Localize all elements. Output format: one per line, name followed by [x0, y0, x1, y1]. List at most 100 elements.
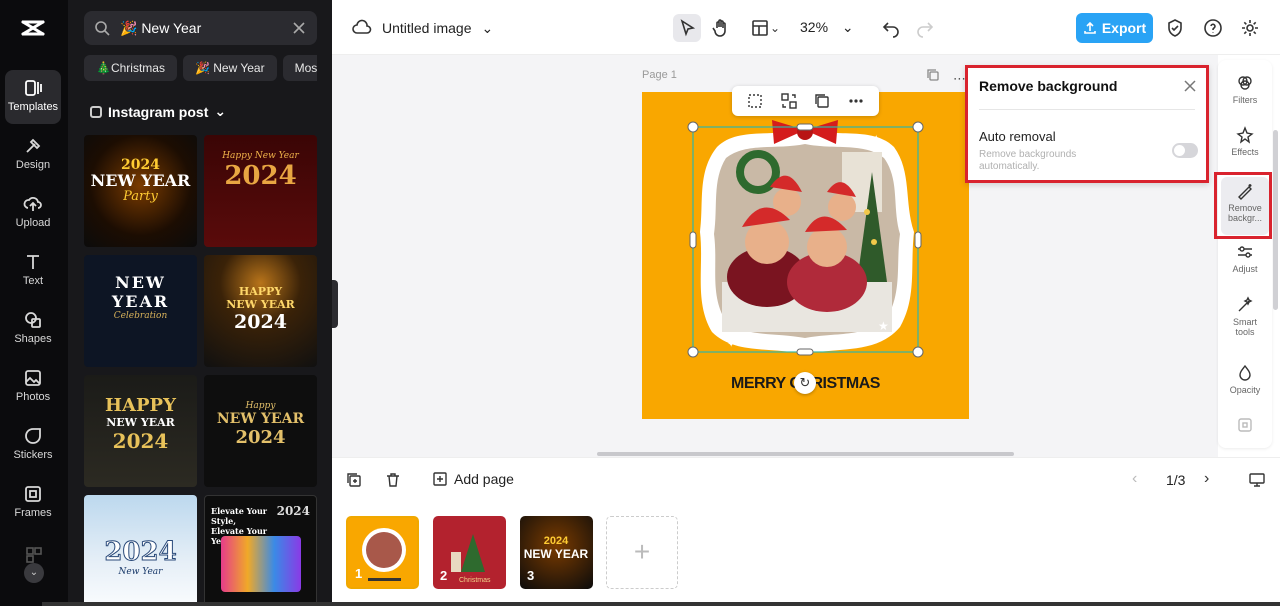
horizontal-scrollbar[interactable] — [597, 452, 1014, 456]
crop-icon[interactable] — [746, 92, 764, 110]
template-tile[interactable]: Happy New Year 2024 — [204, 135, 317, 247]
nav-item-text[interactable]: Text — [5, 244, 61, 298]
frames-icon — [25, 486, 41, 502]
adjust-icon — [1238, 246, 1252, 258]
page-thumbnail[interactable]: Christmas 2 — [433, 516, 506, 589]
capcut-logo-icon[interactable] — [19, 14, 47, 42]
template-tile[interactable]: HAPPY NEW YEAR 2024 — [204, 255, 317, 367]
trash-icon[interactable] — [385, 472, 401, 488]
page-thumbnails: 1 Christmas 2 2024 NEW YEAR 3 + — [332, 501, 1280, 606]
zoom-select[interactable]: 32% ⌄ — [800, 19, 854, 36]
select-tool-button[interactable] — [673, 14, 701, 42]
add-page-icon — [433, 472, 447, 486]
nav-item-frames[interactable]: Frames — [5, 476, 61, 530]
selection-toolbar — [732, 86, 879, 116]
template-tile[interactable]: Happy NEW YEAR 2024 — [204, 375, 317, 487]
more-options-icon[interactable] — [847, 92, 865, 110]
document-title[interactable]: Untitled image ⌄ — [352, 18, 493, 38]
more-apps-icon[interactable] — [25, 546, 43, 564]
replace-icon[interactable] — [780, 92, 798, 110]
prev-page-icon[interactable]: ‹ — [1132, 470, 1137, 488]
rotate-handle-icon[interactable]: ↻ — [794, 372, 816, 394]
next-page-icon[interactable]: › — [1204, 470, 1209, 488]
template-tile[interactable]: 2024 New Year — [84, 495, 197, 606]
page-thumbnail[interactable]: 2024 NEW YEAR 3 — [520, 516, 593, 589]
toggle-knob — [1174, 145, 1185, 156]
svg-text:2024: 2024 — [544, 535, 569, 547]
remove-background-panel: Remove background Auto removal Remove ba… — [965, 65, 1209, 183]
duplicate-icon[interactable] — [813, 92, 831, 110]
filters-icon — [1238, 76, 1252, 90]
page-counter: 1/3 — [1166, 472, 1186, 488]
auto-removal-toggle[interactable] — [1172, 143, 1198, 158]
template-search-input[interactable]: 🎉 New Year — [84, 11, 317, 45]
nav-item-photos[interactable]: Photos — [5, 360, 61, 414]
arrange-icon — [1238, 418, 1252, 432]
svg-text:★: ★ — [878, 319, 889, 333]
svg-text:Christmas: Christmas — [459, 577, 491, 584]
svg-text:NEW YEAR: NEW YEAR — [524, 547, 589, 561]
nav-item-shapes[interactable]: Shapes — [5, 302, 61, 356]
template-tile[interactable]: Elevate Your Style, Elevate Your Year! 2… — [204, 495, 317, 606]
nav-item-templates[interactable]: Templates — [5, 70, 61, 124]
help-button[interactable] — [1199, 14, 1227, 42]
shield-icon — [1168, 19, 1182, 37]
upload-icon — [1084, 21, 1096, 34]
opacity-icon — [1239, 364, 1251, 381]
tool-effects[interactable]: Effects — [1218, 126, 1272, 158]
chevron-down-icon: ⌄ — [214, 103, 227, 119]
tool-opacity[interactable]: Opacity — [1218, 364, 1272, 396]
svg-text:✦: ✦ — [872, 134, 880, 145]
smart-tools-icon — [1238, 296, 1253, 312]
collapse-rail-button[interactable]: ⌄ — [24, 563, 44, 583]
search-value: 🎉 New Year — [120, 20, 202, 36]
collapse-panel-handle[interactable] — [332, 280, 338, 328]
remove-background-highlight — [1214, 172, 1272, 239]
page-thumbnail[interactable]: 1 — [346, 516, 419, 589]
hand-tool-button[interactable] — [707, 14, 735, 42]
search-icon — [95, 21, 110, 36]
tool-adjust[interactable]: Adjust — [1218, 243, 1272, 275]
hand-icon — [712, 19, 726, 37]
svg-text:✦: ✦ — [737, 136, 747, 150]
chevron-down-icon: ⌄ — [481, 19, 494, 36]
template-tile[interactable]: HAPPY NEW YEAR 2024 — [84, 375, 197, 487]
layout-button[interactable]: ⌄ — [745, 14, 785, 42]
undo-button[interactable] — [877, 14, 905, 42]
nav-rail: Templates Design Upload Text Shapes Phot… — [0, 0, 68, 606]
nav-item-stickers[interactable]: Stickers — [5, 418, 61, 472]
template-tile[interactable]: NEW YEAR Celebration — [84, 255, 197, 367]
tool-arrange[interactable] — [1218, 416, 1272, 446]
redo-button[interactable] — [911, 14, 939, 42]
nav-item-design[interactable]: Design — [5, 128, 61, 182]
settings-button[interactable] — [1236, 14, 1264, 42]
duplicate-page-icon[interactable] — [346, 472, 362, 488]
add-page-tile[interactable]: + — [606, 516, 678, 589]
effects-icon — [1236, 126, 1254, 144]
close-icon[interactable] — [1183, 79, 1197, 93]
chip-new-year[interactable]: 🎉 New Year — [182, 55, 277, 81]
shield-button[interactable] — [1161, 14, 1189, 42]
design-artboard[interactable]: ✦ ✦ ★ ✦ MERRY CHRISTMAS ↻ — [642, 92, 969, 419]
help-icon — [1204, 19, 1222, 37]
vertical-scrollbar[interactable] — [1273, 130, 1278, 310]
chip-most[interactable]: Most — [282, 55, 317, 81]
tool-smart-tools[interactable]: Smart tools — [1218, 296, 1272, 338]
section-dropdown[interactable]: Instagram post ⌄ — [90, 103, 226, 120]
cloud-sync-icon — [352, 19, 372, 34]
template-tile[interactable]: 2024 NEW YEAR Party — [84, 135, 197, 247]
add-page-button[interactable]: Add page — [432, 471, 514, 487]
duplicate-page-icon[interactable] — [926, 68, 940, 82]
chevron-down-icon: ⌄ — [841, 19, 854, 35]
text-icon — [27, 255, 39, 269]
tool-filters[interactable]: Filters — [1218, 74, 1272, 106]
nav-item-upload[interactable]: Upload — [5, 186, 61, 240]
present-icon[interactable] — [1248, 471, 1266, 489]
chip-christmas[interactable]: 🎄Christmas — [84, 55, 177, 81]
undo-icon — [882, 22, 899, 38]
clear-search-icon[interactable] — [292, 21, 306, 35]
christmas-photo-frame[interactable]: ✦ ✦ ★ ✦ — [642, 92, 969, 419]
export-button[interactable]: Export — [1076, 13, 1153, 43]
pages-toolbar: Add page ‹ 1/3 › — [332, 457, 1280, 501]
chevron-down-icon: ⌄ — [769, 21, 781, 35]
